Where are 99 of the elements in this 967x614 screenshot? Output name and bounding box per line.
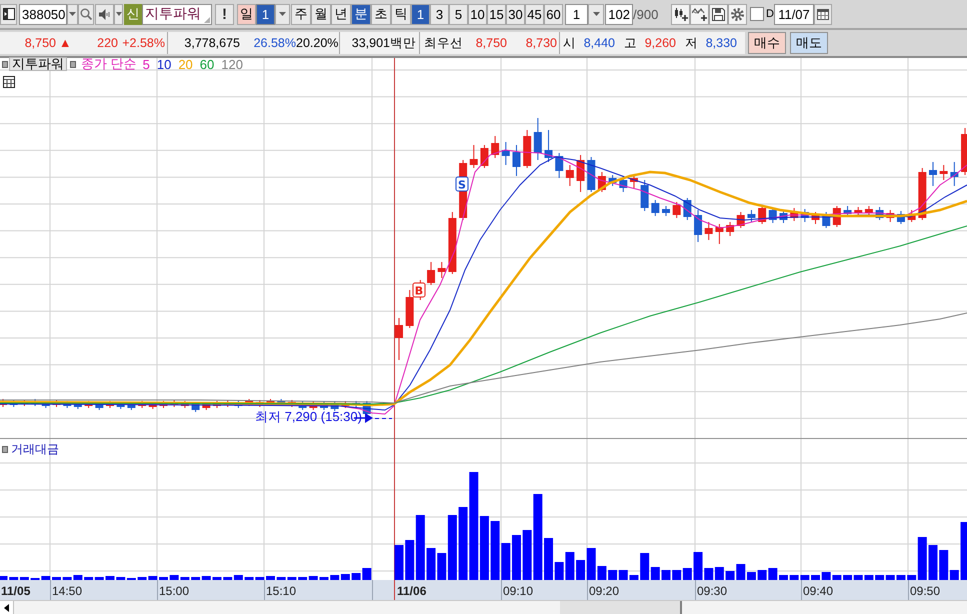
interval-button[interactable]: 15 [487, 4, 506, 24]
interval-button[interactable]: 30 [506, 4, 525, 24]
volume-pane-title: 거래대금 [11, 441, 59, 458]
search-button[interactable] [78, 4, 94, 24]
day-button[interactable]: 일 [237, 4, 256, 24]
save-icon [712, 8, 725, 20]
day-count-field[interactable]: 1 [256, 4, 275, 24]
buy-button[interactable]: 매수 [748, 32, 786, 54]
count-field[interactable]: 102 [605, 4, 633, 24]
axis-label: 15:00 [159, 584, 190, 598]
axis-label: 09:40 [803, 584, 834, 598]
window-icon [2, 8, 14, 20]
axis-label: 09:10 [503, 584, 534, 598]
moving-average-period: 120 [221, 56, 243, 72]
stock-code-field[interactable]: 388050 [19, 4, 67, 24]
date-checkbox-label: D [766, 8, 773, 20]
add-candle-button[interactable] [671, 4, 690, 24]
count-total: /900 [633, 6, 660, 22]
interval-button[interactable]: 1 [411, 4, 430, 24]
moving-average-period: 60 [200, 56, 214, 72]
best-bid: 8,730 [524, 36, 557, 50]
trade-amount: 33,901백만 [352, 34, 416, 52]
moving-average-label: 종가 단순 [81, 55, 137, 73]
date-field[interactable]: 11/07 [774, 4, 814, 24]
scroll-thumb[interactable] [560, 601, 682, 614]
alert-button[interactable]: ! [215, 4, 234, 24]
settings-icon [731, 8, 744, 20]
axis-label: 11/06 [397, 584, 426, 598]
ohlc-label: 저 [684, 34, 699, 52]
market-badge: 신 [124, 4, 142, 24]
turnover-rate: 26.58% [252, 36, 296, 50]
calendar-icon [817, 8, 829, 20]
interval-button[interactable]: 5 [449, 4, 468, 24]
axis-label: 09:20 [589, 584, 620, 598]
period-tab[interactable]: 년 [331, 4, 351, 24]
left-arrow-icon [4, 604, 9, 612]
moving-average-period: 10 [156, 56, 172, 72]
dropdown-button[interactable] [67, 4, 78, 24]
line-plus-icon [692, 8, 707, 20]
search-icon [80, 8, 92, 20]
period-tab[interactable]: 주 [291, 4, 311, 24]
best-quote-label: 최우선 [423, 34, 464, 52]
lowest-price-label: 최저 7,290 (15:30) [255, 409, 362, 424]
dropdown-button[interactable] [588, 4, 604, 24]
speaker-icon [98, 8, 110, 20]
interval-button[interactable]: 60 [544, 4, 563, 24]
volume-ratio: 20.20% [296, 36, 338, 50]
trade-volume: 3,778,675 [183, 36, 240, 50]
scrollbar[interactable] [0, 600, 967, 614]
add-line-button[interactable] [690, 4, 709, 24]
axis-label: 09:30 [697, 584, 728, 598]
caret-icon [69, 12, 76, 16]
interval-button[interactable]: 3 [430, 4, 449, 24]
grid-icon[interactable] [3, 76, 15, 88]
axis-label: 14:50 [52, 584, 82, 598]
caret-icon [279, 12, 286, 16]
sell-signal-marker: S [456, 176, 468, 192]
resize-grip-icon [204, 16, 210, 22]
axis-label: 11/05 [1, 584, 30, 598]
ohlc-label: 고 [623, 34, 638, 52]
save-button[interactable] [709, 4, 728, 24]
date-checkbox[interactable] [750, 7, 764, 21]
sound-button[interactable] [95, 4, 114, 24]
series-button[interactable]: 지투파워 [9, 57, 67, 71]
settings-button[interactable] [728, 4, 747, 24]
interval-button[interactable]: 10 [468, 4, 487, 24]
dropdown-button[interactable] [114, 4, 123, 24]
caret-icon [116, 12, 122, 16]
period-tab[interactable]: 분 [351, 4, 371, 24]
period-tab[interactable]: 월 [311, 4, 331, 24]
change-rate: +2.58% [121, 36, 165, 50]
ohlc-value: 8,330 [704, 36, 737, 50]
interval-field[interactable]: 1 [565, 4, 588, 24]
dropdown-button[interactable] [275, 4, 290, 24]
best-ask: 8,750 [474, 36, 507, 50]
handle-icon[interactable] [2, 446, 8, 453]
interval-button[interactable]: 45 [525, 4, 544, 24]
handle-icon[interactable] [70, 60, 76, 68]
calendar-button[interactable] [814, 4, 832, 24]
sell-button[interactable]: 매도 [790, 32, 828, 54]
period-tab[interactable]: 틱 [391, 4, 411, 24]
ohlc-value: 8,440 [582, 36, 615, 50]
scroll-left-button[interactable] [0, 601, 14, 614]
handle-icon[interactable] [2, 60, 8, 68]
ohlc-value: 9,260 [644, 36, 676, 50]
current-price: 8,750 [24, 36, 56, 50]
moving-average-period: 5 [142, 56, 150, 72]
period-tab[interactable]: 초 [371, 4, 391, 24]
candlestick-plus-icon [674, 8, 688, 20]
layout-button[interactable] [0, 4, 17, 24]
moving-average-period: 20 [178, 56, 193, 72]
caret-icon [592, 12, 600, 16]
stock-name-field[interactable]: 지투파워 [142, 4, 212, 24]
price-change: 220 [96, 36, 118, 50]
buy-signal-marker: B [412, 282, 426, 298]
trend-arrow-icon: ▲ [56, 36, 78, 50]
ohlc-label: 시 [562, 34, 577, 52]
axis-label: 09:50 [910, 584, 940, 598]
axis-label: 15:10 [266, 584, 296, 598]
